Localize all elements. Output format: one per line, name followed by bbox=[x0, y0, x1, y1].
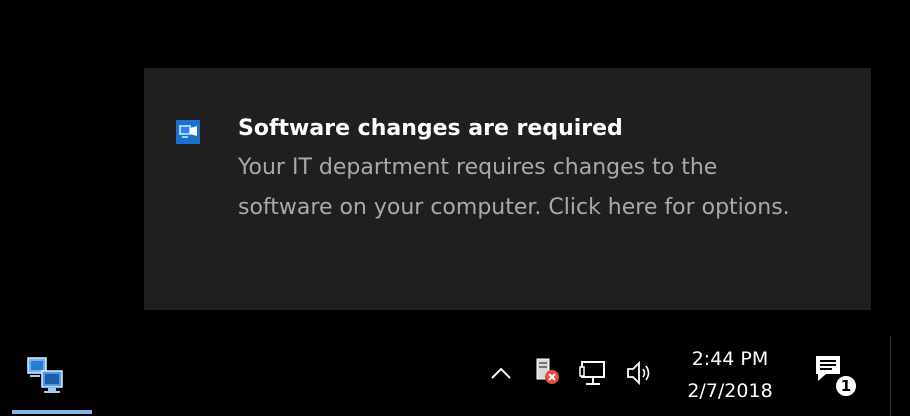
active-app-indicator bbox=[12, 410, 92, 414]
desktop-screen: Software changes are required Your IT de… bbox=[0, 0, 910, 416]
taskbar: 2:44 PM 2/7/2018 1 bbox=[0, 336, 910, 416]
software-center-icon bbox=[176, 120, 200, 144]
show-desktop-button[interactable] bbox=[891, 336, 910, 416]
chevron-up-icon[interactable] bbox=[486, 358, 516, 388]
toast-body: Your IT department requires changes to t… bbox=[238, 155, 790, 220]
volume-icon[interactable] bbox=[624, 358, 654, 388]
toast-title: Software changes are required bbox=[238, 116, 623, 141]
toast-text-block: Software changes are required Your IT de… bbox=[238, 112, 838, 228]
taskbar-app-button[interactable] bbox=[12, 336, 92, 416]
network-icon[interactable] bbox=[578, 358, 608, 388]
toast-notification[interactable]: Software changes are required Your IT de… bbox=[144, 68, 871, 310]
system-clock[interactable]: 2:44 PM 2/7/2018 bbox=[675, 340, 785, 412]
notification-count-badge: 1 bbox=[834, 374, 858, 398]
action-center-button[interactable]: 1 bbox=[812, 352, 860, 402]
computers-network-app-icon bbox=[26, 356, 66, 396]
pc-with-error-icon[interactable] bbox=[532, 356, 562, 386]
clock-date: 2/7/2018 bbox=[687, 380, 773, 402]
clock-time: 2:44 PM bbox=[691, 348, 769, 370]
